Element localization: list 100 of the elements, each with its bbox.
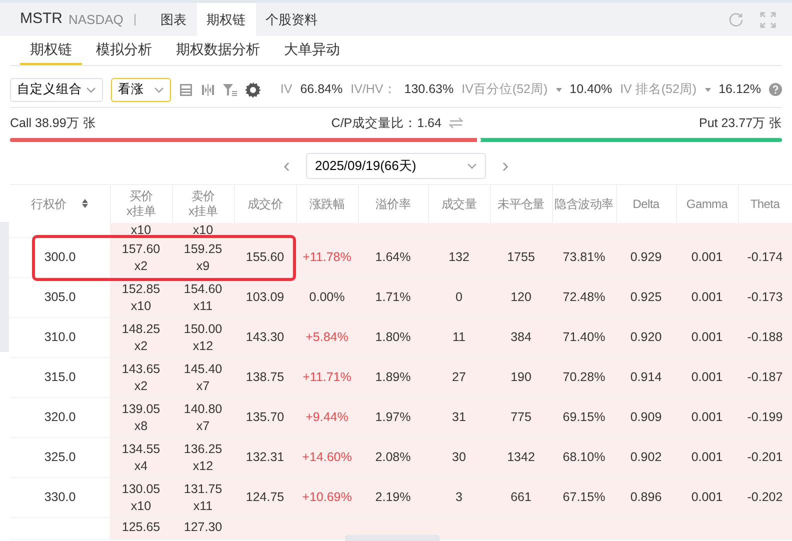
caret-icon	[86, 86, 96, 92]
table-cell: 70.28%	[552, 358, 616, 398]
settings-icon[interactable]	[245, 82, 261, 98]
table-cell: 2.19%	[358, 478, 428, 518]
strike-cell: 330.0	[10, 478, 110, 518]
table-cell: 0.909	[616, 398, 676, 438]
fullscreen-icon[interactable]	[760, 12, 776, 28]
table-cell: 775	[490, 398, 552, 438]
table-cell: 1.64%	[358, 238, 428, 278]
table-cell: 132	[428, 238, 490, 278]
table-cell: 138.75	[234, 358, 296, 398]
header-tab[interactable]: 图表	[150, 3, 197, 36]
change-cell: 0.00%	[296, 278, 358, 318]
sub-tab[interactable]: 期权链	[20, 36, 82, 65]
table-cell: -0.201	[738, 438, 792, 478]
table-cell: 0.929	[616, 238, 676, 278]
table-cell: 27	[428, 358, 490, 398]
stat-value: 130.63%	[404, 81, 454, 98]
expiry-date-dropdown[interactable]: 2025/09/19(66天)	[306, 153, 486, 179]
table-cell: 143.30	[234, 318, 296, 358]
table-cell: 67.15%	[552, 478, 616, 518]
bid-cell: 139.05 x8	[110, 398, 172, 438]
layout-icon[interactable]	[179, 82, 193, 96]
table-cell: -0.187	[738, 358, 792, 398]
table-cell: 0.001	[676, 278, 738, 318]
table-cell: 0	[428, 278, 490, 318]
table-cell: 68.10%	[552, 438, 616, 478]
strike-cell: 310.0	[10, 318, 110, 358]
ask-cell: 136.25 x12	[172, 438, 234, 478]
stat-label: IV百分位(52周)	[462, 81, 548, 98]
table-cell: 124.75	[234, 478, 296, 518]
table-cell: 384	[490, 318, 552, 358]
strategy-dropdown[interactable]: 自定义组合	[10, 78, 103, 102]
table-cell: 0.925	[616, 278, 676, 318]
bid-cell: 130.05 x10	[110, 478, 172, 518]
table-cell: 135.70	[234, 398, 296, 438]
change-cell: +5.84%	[296, 318, 358, 358]
separator: |	[133, 11, 137, 28]
stat-label: IV 排名(52周)	[620, 81, 697, 98]
table-cell: 103.09	[234, 278, 296, 318]
caret-icon	[154, 86, 164, 92]
sort-icon[interactable]	[82, 199, 88, 208]
table-cell: -0.188	[738, 318, 792, 358]
table-cell: 155.60	[234, 238, 296, 278]
exchange-label: NASDAQ	[68, 10, 124, 29]
direction-dropdown[interactable]: 看涨	[111, 78, 171, 102]
help-icon[interactable]	[769, 83, 782, 96]
change-cell: +11.78%	[296, 238, 358, 278]
table-cell: 0.920	[616, 318, 676, 358]
table-cell: 0.902	[616, 438, 676, 478]
filter-icon[interactable]	[223, 82, 237, 96]
swap-icon[interactable]	[449, 117, 464, 129]
bid-cell: 148.25 x2	[110, 318, 172, 358]
dropdown-icon[interactable]	[556, 88, 562, 92]
stat-label: IV	[280, 81, 292, 98]
ask-cell: 150.00 x12	[172, 318, 234, 358]
dropdown-icon[interactable]	[704, 88, 711, 92]
bottom-handle[interactable]	[345, 535, 440, 541]
change-cell: +11.71%	[296, 358, 358, 398]
bid-cell: 134.55 x4	[110, 438, 172, 478]
strike-cell: 320.0	[10, 398, 110, 438]
split-icon[interactable]	[201, 82, 215, 96]
header-tab[interactable]: 个股资料	[256, 3, 328, 36]
table-cell: 1.97%	[358, 398, 428, 438]
table-cell: 0.001	[676, 358, 738, 398]
ticker-symbol: MSTR	[20, 9, 62, 30]
sub-tab[interactable]: 大单异动	[274, 36, 350, 65]
table-cell: 0.001	[676, 398, 738, 438]
ratio-label: C/P成交量比：1.64	[331, 114, 442, 132]
ask-cell: 127.30	[172, 518, 234, 540]
table-cell: 1.89%	[358, 358, 428, 398]
change-cell: +9.44%	[296, 398, 358, 438]
stat-value: 10.40%	[570, 81, 612, 98]
table-cell: -0.199	[738, 398, 792, 438]
table-cell: -0.174	[738, 238, 792, 278]
table-cell: 2.08%	[358, 438, 428, 478]
table-cell: 11	[428, 318, 490, 358]
put-volume: Put 23.77万 张	[699, 114, 782, 132]
table-cell: 31	[428, 398, 490, 438]
refresh-icon[interactable]	[728, 12, 744, 28]
strike-cell: 305.0	[10, 278, 110, 318]
table-cell: 190	[490, 358, 552, 398]
ask-cell: 159.25 x9	[172, 238, 234, 278]
table-cell: 1755	[490, 238, 552, 278]
table-cell: 1.71%	[358, 278, 428, 318]
table-cell: -0.173	[738, 278, 792, 318]
table-cell: 0.001	[676, 238, 738, 278]
header-tab[interactable]: 期权链	[196, 3, 256, 36]
strike-cell: 315.0	[10, 358, 110, 398]
table-cell: 0.001	[676, 438, 738, 478]
table-cell: 0.914	[616, 358, 676, 398]
table-cell: 69.15%	[552, 398, 616, 438]
table-cell: 0.001	[676, 478, 738, 518]
table-cell: 0.001	[676, 318, 738, 358]
sub-tab[interactable]: 模拟分析	[86, 36, 162, 65]
strike-cell: 325.0	[10, 438, 110, 478]
table-cell: 3	[428, 478, 490, 518]
sub-tab[interactable]: 期权数据分析	[166, 36, 270, 65]
stat-label: IV/HV：	[350, 81, 396, 98]
change-cell: +10.69%	[296, 478, 358, 518]
